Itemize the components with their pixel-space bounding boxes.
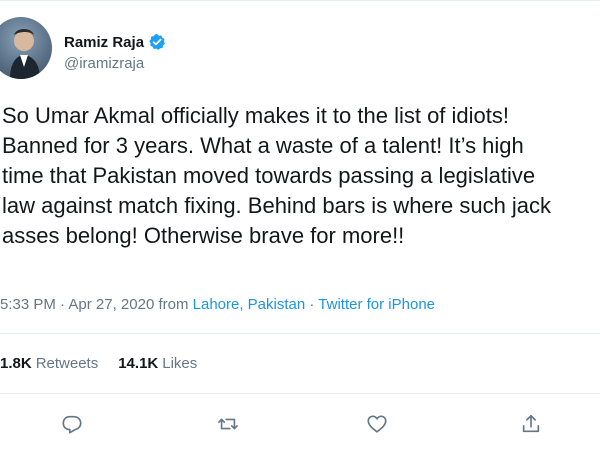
like-icon	[367, 415, 387, 433]
tweet-stats: 1.8K Retweets 14.1K Likes	[0, 355, 217, 372]
tweet-card: Ramiz Raja @iramizraja So Umar Akmal off…	[0, 0, 600, 450]
likes-stat[interactable]: 14.1K Likes	[118, 355, 197, 372]
divider	[0, 393, 600, 394]
retweets-count: 1.8K	[0, 355, 32, 372]
tweet-time[interactable]: 5:33 PM	[0, 296, 56, 313]
retweets-stat[interactable]: 1.8K Retweets	[0, 355, 98, 372]
action-bar	[0, 406, 600, 442]
tweet-source-link[interactable]: Twitter for iPhone	[318, 296, 435, 313]
user-handle[interactable]: @iramizraja	[64, 55, 144, 72]
retweet-icon	[218, 418, 238, 430]
likes-label: Likes	[162, 355, 198, 372]
share-button[interactable]	[517, 410, 545, 438]
divider	[0, 333, 600, 334]
share-icon	[522, 414, 540, 433]
retweet-button[interactable]	[214, 410, 242, 438]
tweet-location-link[interactable]: Lahore, Pakistan	[193, 296, 306, 313]
tweet-meta: 5:33 PM · Apr 27, 2020 from Lahore, Paki…	[0, 296, 435, 313]
tweet-text: So Umar Akmal officially makes it to the…	[2, 103, 552, 248]
display-name-row: Ramiz Raja	[64, 31, 166, 53]
verified-badge-icon	[148, 33, 166, 51]
reply-icon	[62, 415, 82, 434]
tweet-header: Ramiz Raja @iramizraja	[0, 15, 600, 85]
retweets-label: Retweets	[35, 355, 99, 372]
avatar[interactable]	[0, 17, 52, 79]
tweet-date[interactable]: Apr 27, 2020	[68, 296, 154, 313]
display-name[interactable]: Ramiz Raja	[64, 34, 144, 51]
meta-from: from	[154, 296, 193, 313]
meta-separator: ·	[55, 296, 69, 313]
likes-count: 14.1K	[118, 355, 159, 372]
reply-button[interactable]	[58, 410, 86, 438]
meta-separator: ·	[305, 296, 319, 313]
like-button[interactable]	[363, 410, 391, 438]
